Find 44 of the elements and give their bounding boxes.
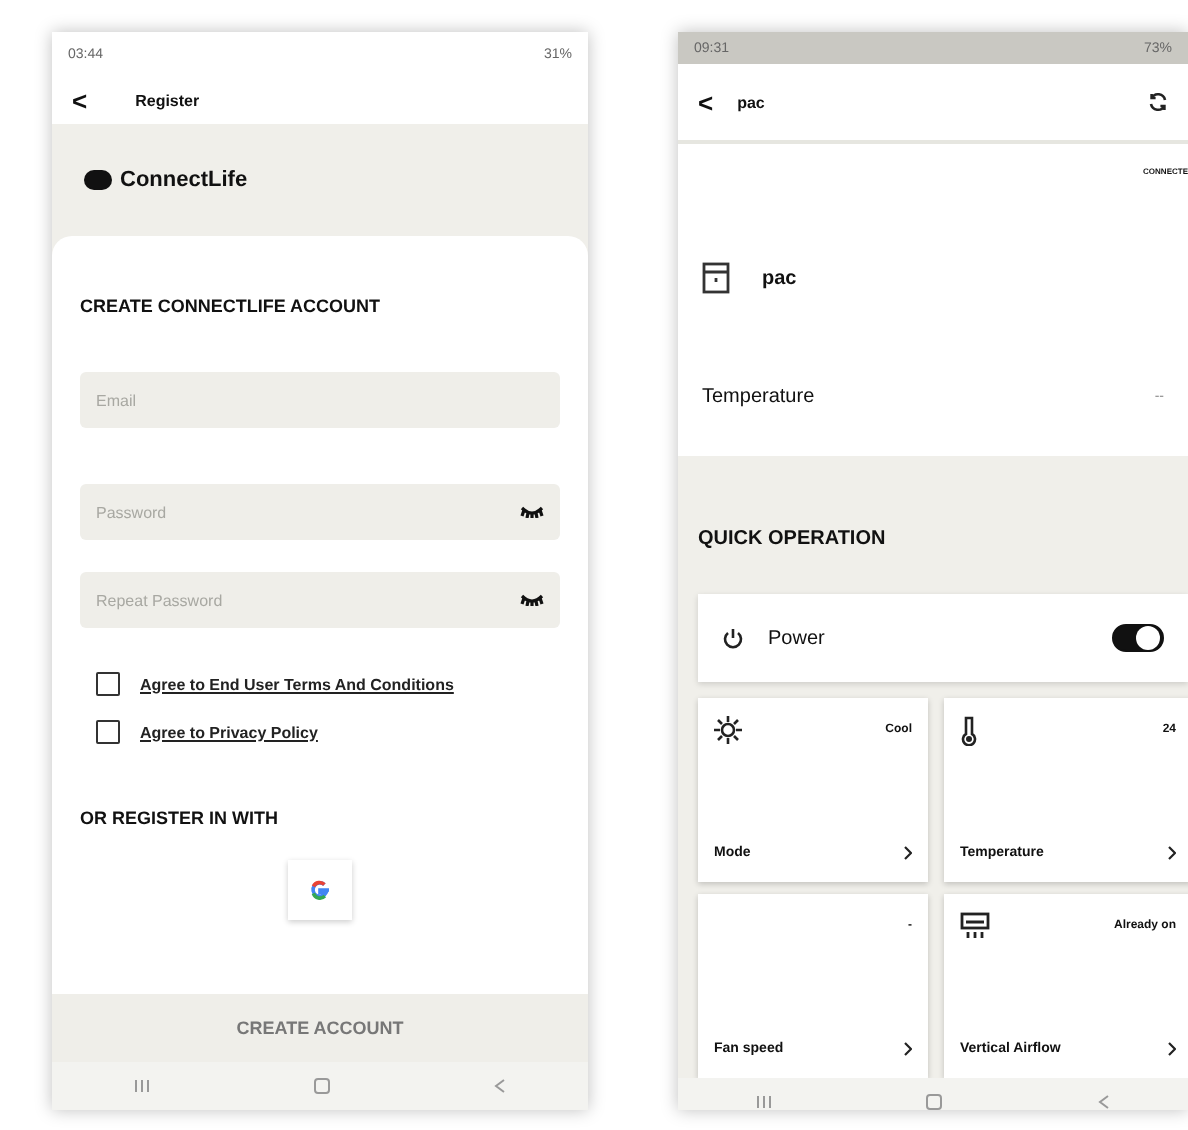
recent-apps-icon[interactable]	[755, 1094, 772, 1110]
refresh-icon[interactable]	[1148, 92, 1168, 112]
agreement-link[interactable]: Agree to Privacy Policy	[140, 723, 318, 741]
power-label: Power	[768, 627, 825, 649]
text-input[interactable]: Repeat Password	[96, 580, 520, 620]
power-icon	[722, 627, 744, 649]
back-button[interactable]: <	[698, 87, 714, 117]
input-field[interactable]: Password	[80, 484, 560, 540]
chevron-icon	[1168, 1041, 1176, 1055]
temperature-label: Temperature	[702, 385, 815, 407]
sun-icon	[714, 716, 742, 744]
brand-logo-icon	[84, 170, 112, 190]
chevron-icon	[904, 1041, 912, 1055]
back-button[interactable]: <	[72, 85, 88, 115]
google-logo-icon	[308, 878, 332, 902]
device-name: pac	[762, 267, 797, 289]
create-account-button[interactable]: CREATE ACCOUNT	[52, 994, 588, 1062]
recent-apps-icon[interactable]	[134, 1078, 150, 1094]
text-input[interactable]: Email	[96, 380, 544, 420]
eye-closed-icon[interactable]	[520, 506, 544, 518]
google-button[interactable]	[288, 860, 352, 920]
input-field[interactable]: Repeat Password	[80, 572, 560, 628]
power-switch[interactable]	[1112, 624, 1164, 652]
thermometer-icon	[960, 715, 978, 745]
chevron-icon	[1168, 845, 1176, 859]
checkbox[interactable]	[96, 720, 120, 744]
screen-title: pac	[737, 93, 765, 111]
eye-closed-icon[interactable]	[520, 594, 544, 606]
air-conditioner-icon	[960, 912, 990, 940]
agreement-link[interactable]: Agree to End User Terms And Conditions	[140, 675, 454, 693]
form-heading: CREATE CONNECTLIFE ACCOUNT	[80, 296, 382, 316]
social-heading: OR REGISTER IN WITH	[80, 808, 280, 828]
home-icon[interactable]	[926, 1094, 943, 1110]
back-icon[interactable]	[1098, 1094, 1111, 1110]
brand-name: ConnectLife	[120, 168, 248, 192]
chevron-icon	[904, 845, 912, 859]
screen-title: Register	[135, 91, 200, 109]
home-icon[interactable]	[314, 1078, 330, 1094]
checkbox[interactable]	[96, 672, 120, 696]
input-field[interactable]: Email	[80, 372, 560, 428]
appliance-icon	[702, 262, 730, 294]
section-title: QUICK OPERATION	[698, 528, 888, 550]
text-input[interactable]: Password	[96, 492, 520, 532]
back-icon[interactable]	[494, 1078, 506, 1094]
